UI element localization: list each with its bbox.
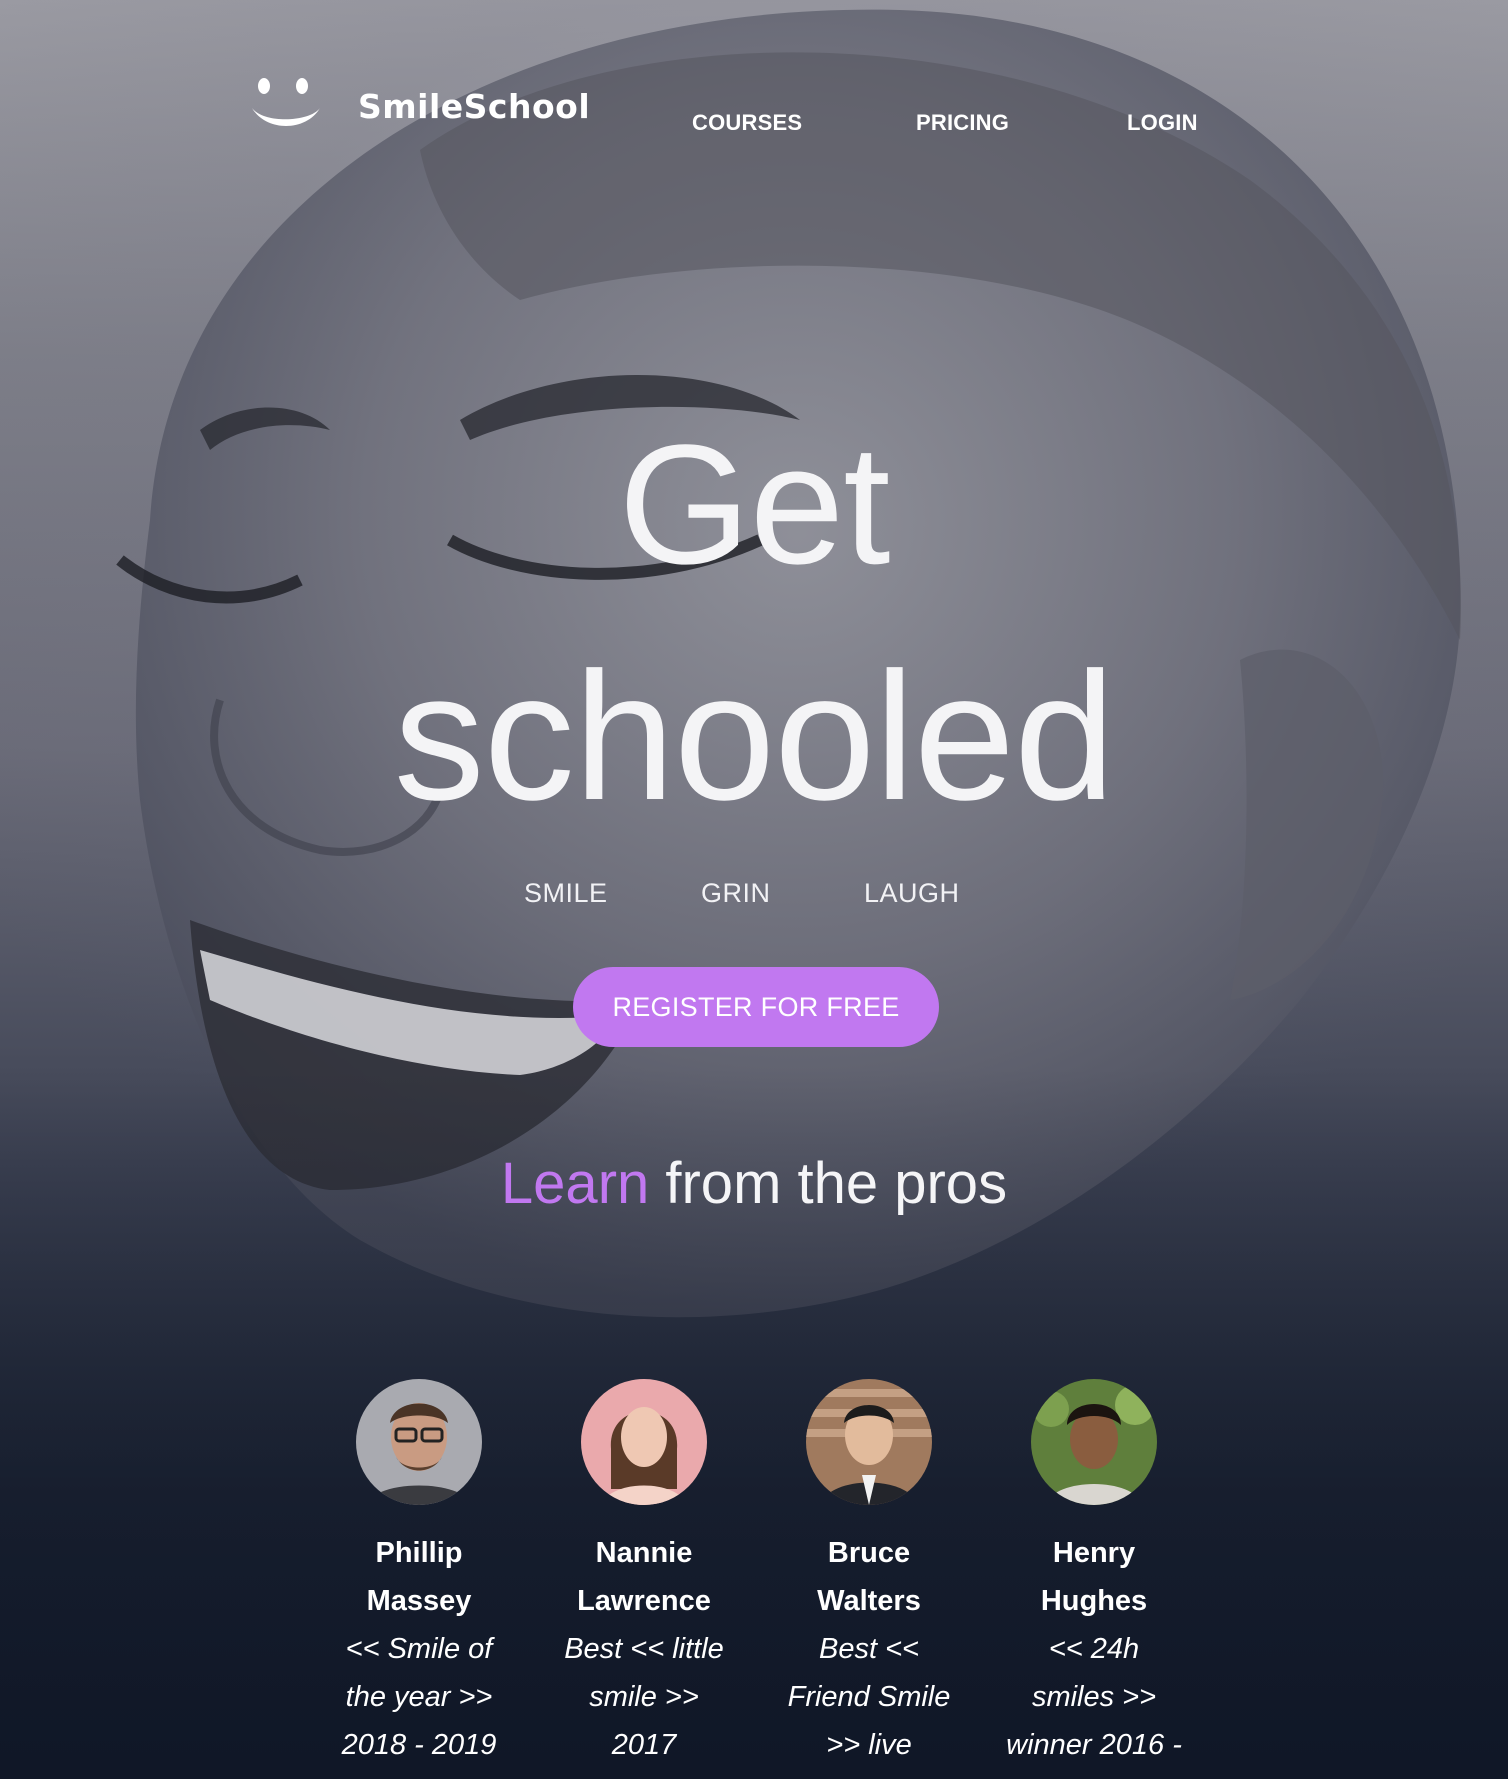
pro-name: Phillip Massey	[366, 1537, 472, 1617]
pro-card[interactable]: Bruce Walters Best << Friend Smile >> li…	[769, 1379, 969, 1769]
avatar-phillip	[356, 1379, 482, 1505]
pro-card[interactable]: Nannie Lawrence Best << little smile >> …	[544, 1379, 744, 1769]
avatar-henry	[1031, 1379, 1157, 1505]
pros-title-accent: Learn	[500, 1151, 650, 1216]
avatar-bruce	[806, 1379, 932, 1505]
pros-title-rest: from the pros	[649, 1151, 1008, 1216]
pro-name: Henry Hughes	[1040, 1537, 1148, 1617]
brand-name: SmileSchool	[358, 86, 591, 126]
pro-award: << 24h smiles >> winner 2016 - 2019	[1006, 1633, 1182, 1779]
hero-tag-smile: SMILE	[524, 878, 608, 908]
hero-tag-grin: GRIN	[701, 878, 771, 908]
register-button[interactable]: REGISTER FOR FREE	[573, 967, 939, 1047]
pro-name: Bruce Walters	[817, 1537, 921, 1617]
pros-section-title: Learn from the pros	[0, 1150, 1508, 1217]
pro-award: << Smile of the year >> 2018 - 2019	[341, 1633, 497, 1761]
brand-logo[interactable]: SmileSchool	[248, 74, 590, 138]
pro-name: Nannie Lawrence	[577, 1537, 711, 1617]
avatar-nannie	[581, 1379, 707, 1505]
pro-card[interactable]: Henry Hughes << 24h smiles >> winner 201…	[994, 1379, 1194, 1779]
hero-title-line1: Get	[618, 410, 890, 600]
pro-award: Best << little smile >> 2017	[564, 1633, 724, 1761]
pro-award: Best << Friend Smile >> live	[787, 1633, 951, 1761]
pro-card[interactable]: Phillip Massey << Smile of the year >> 2…	[319, 1379, 519, 1769]
hero-title-line2: schooled	[393, 634, 1116, 838]
page: SmileSchool COURSES PRICING LOGIN Get sc…	[0, 0, 1508, 1779]
hero-tag-laugh: LAUGH	[864, 878, 960, 908]
nav-pricing[interactable]: PRICING	[916, 110, 1009, 136]
smiley-icon	[252, 78, 320, 126]
nav-courses[interactable]: COURSES	[692, 110, 802, 136]
nav-login[interactable]: LOGIN	[1127, 110, 1198, 136]
